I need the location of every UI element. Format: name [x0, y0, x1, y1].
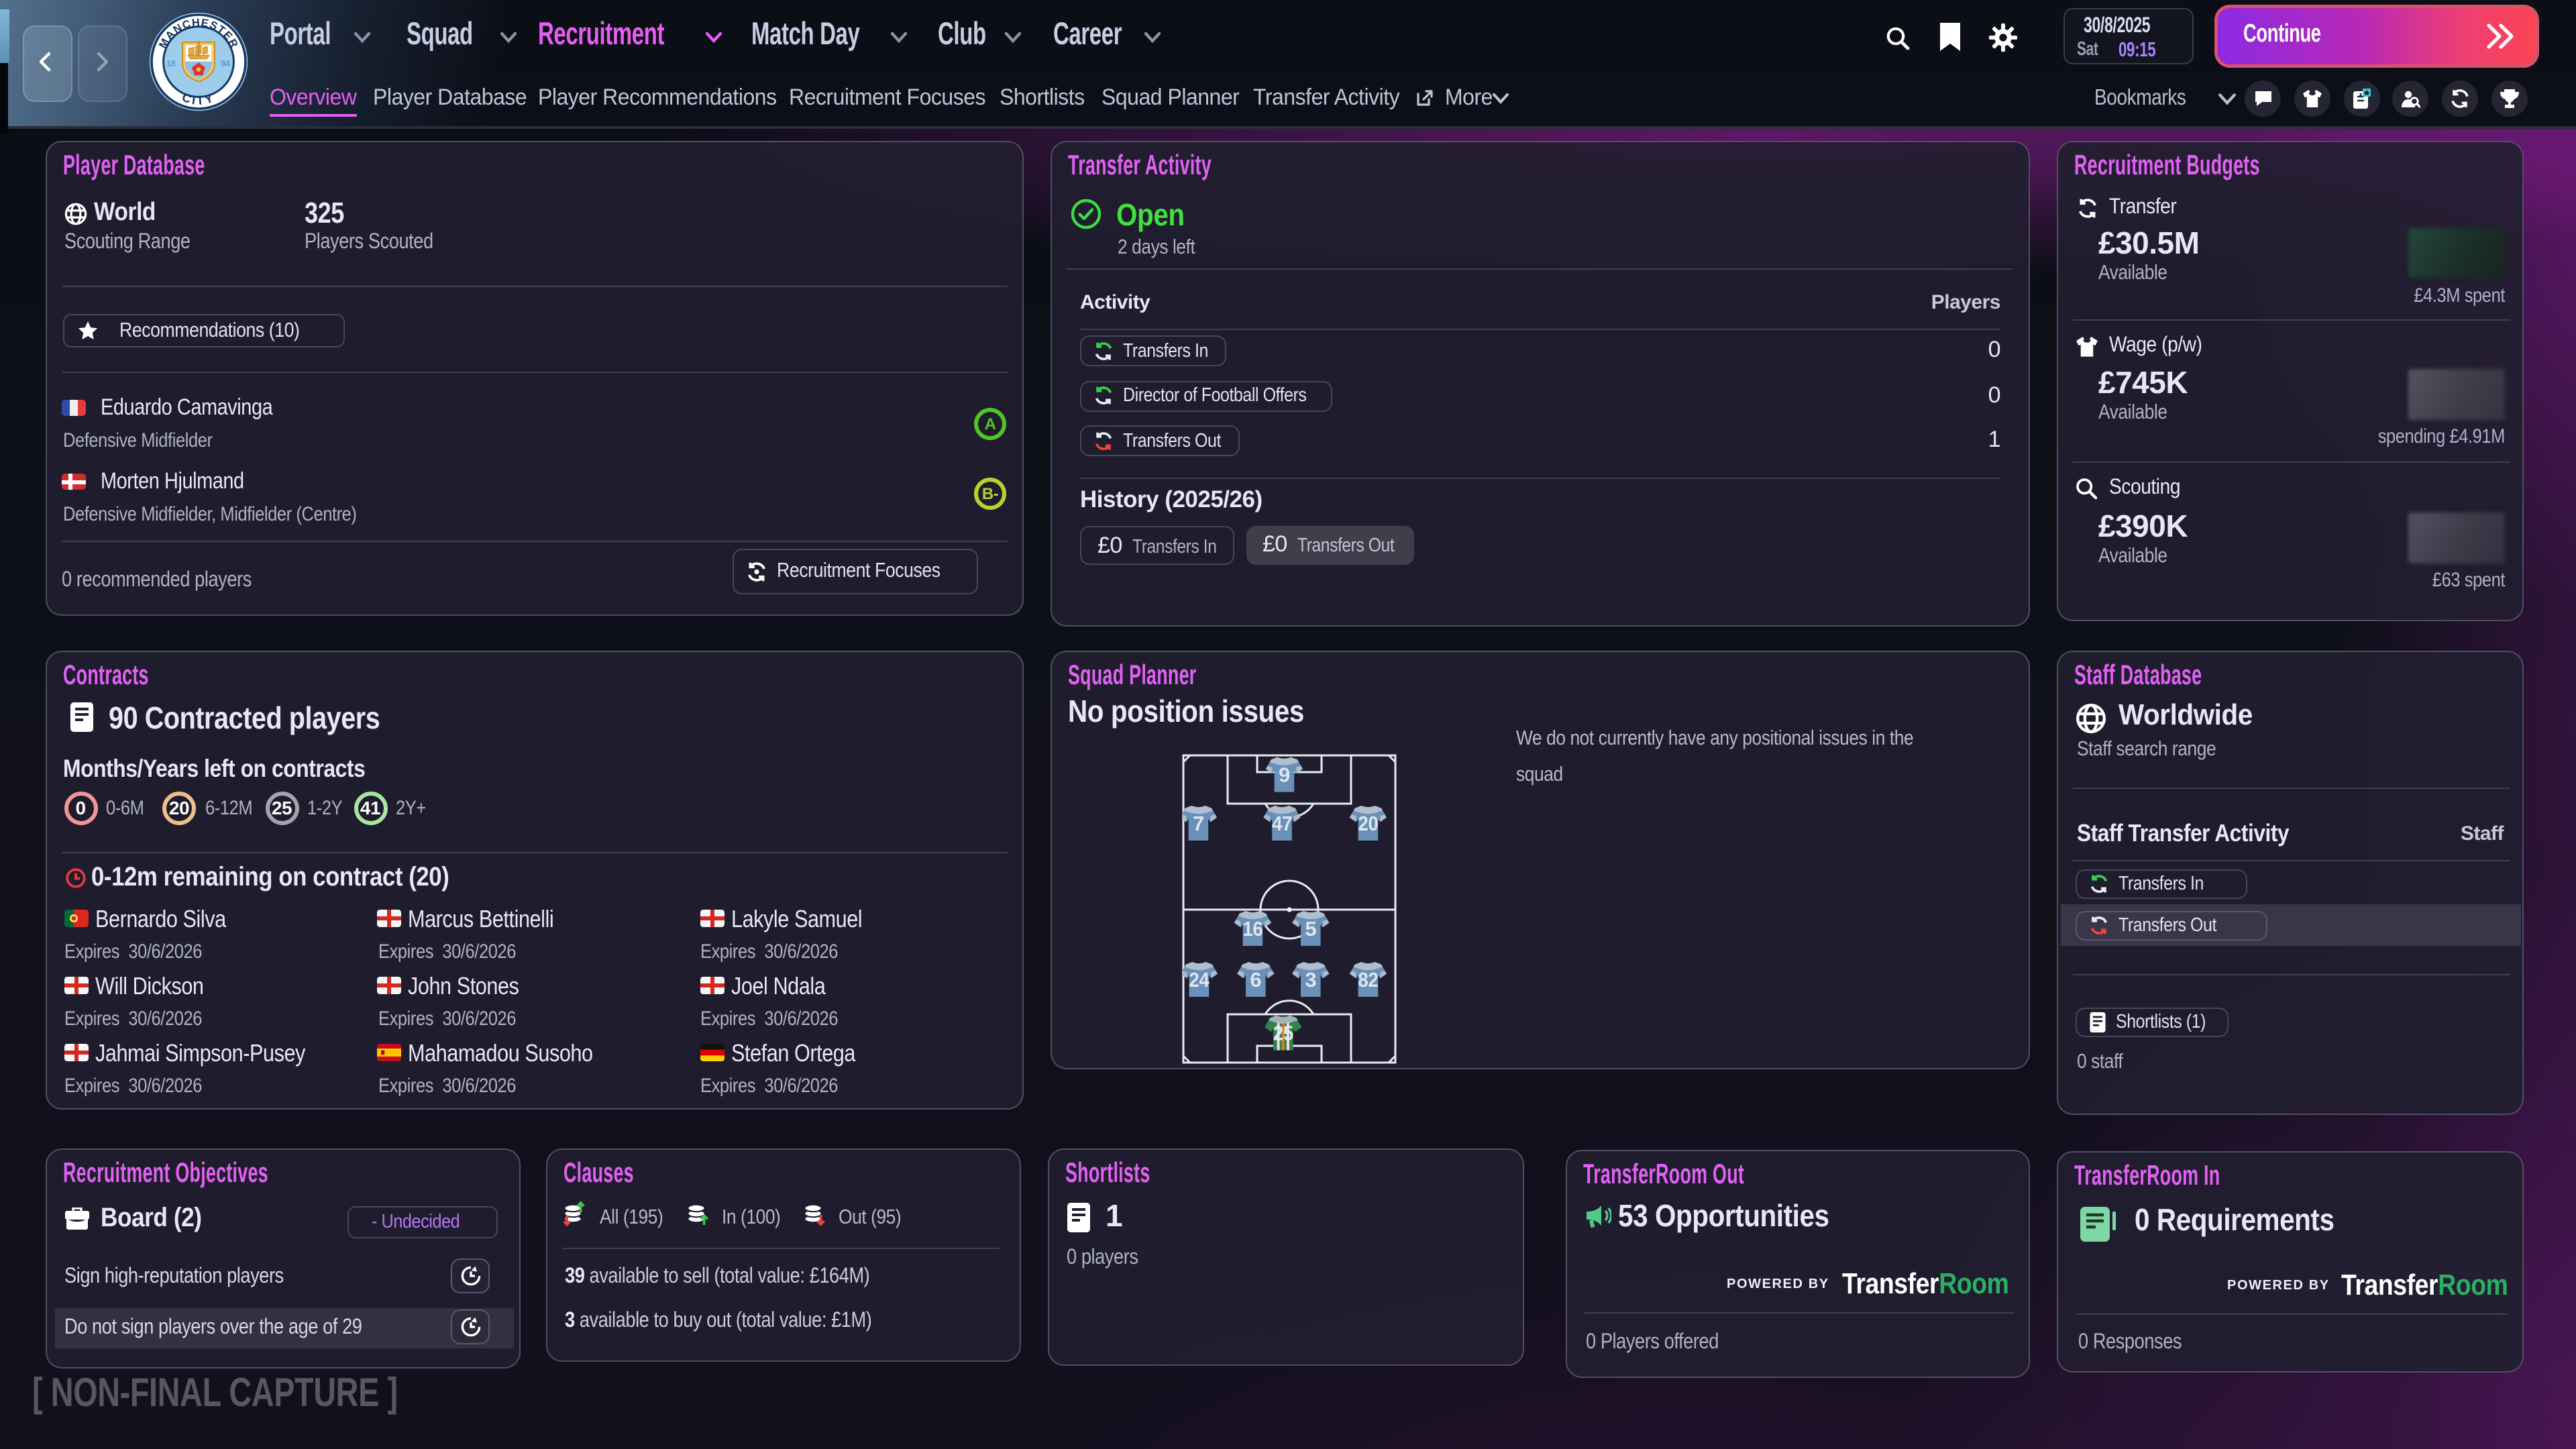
- svg-text:24: 24: [1189, 968, 1210, 991]
- svg-text:18: 18: [166, 58, 176, 68]
- svg-text:16: 16: [1242, 917, 1263, 941]
- svg-text:25: 25: [1273, 1022, 1293, 1045]
- svg-text:5: 5: [1305, 917, 1316, 941]
- svg-text:82: 82: [1358, 968, 1378, 991]
- svg-text:3: 3: [1305, 968, 1316, 991]
- svg-text:6: 6: [1250, 968, 1261, 991]
- svg-text:9: 9: [1279, 763, 1290, 787]
- svg-text:94: 94: [221, 58, 231, 68]
- svg-text:47: 47: [1272, 812, 1292, 835]
- svg-text:7: 7: [1193, 812, 1204, 835]
- svg-text:20: 20: [1358, 812, 1378, 835]
